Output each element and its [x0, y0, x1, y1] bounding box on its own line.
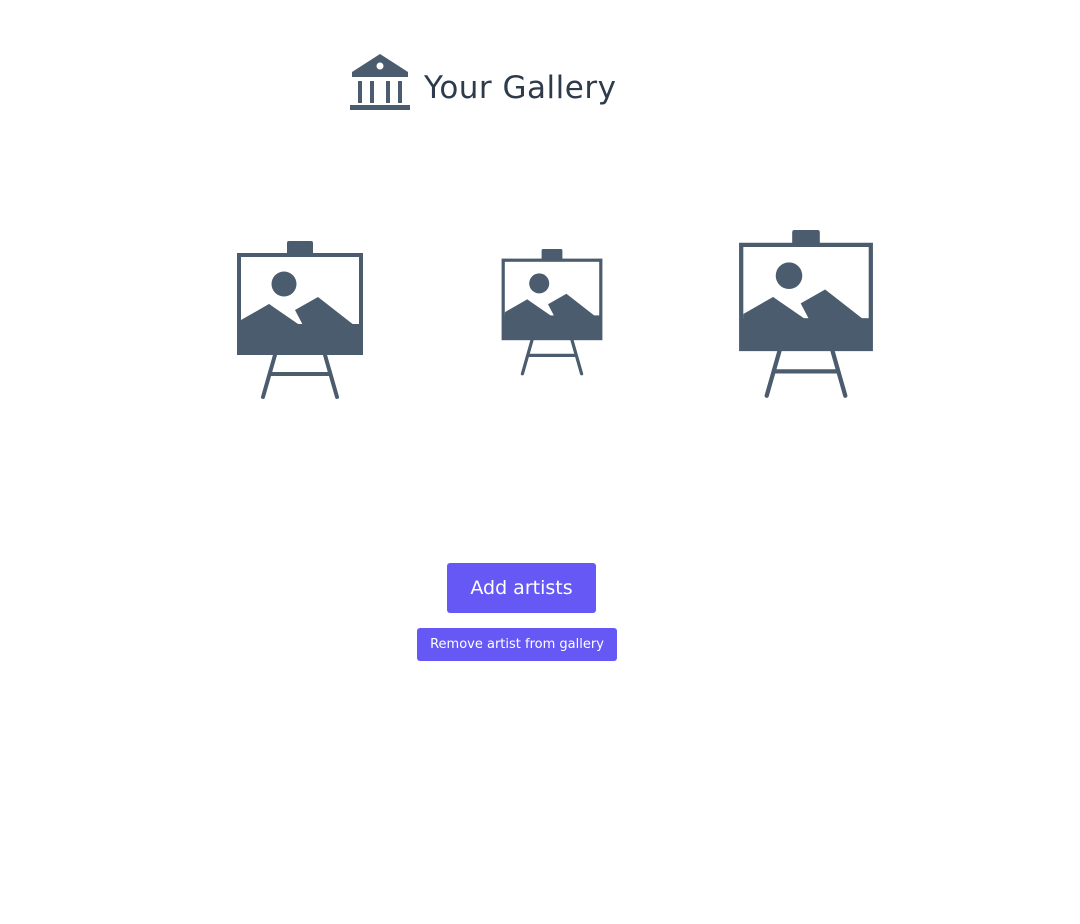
add-artists-button[interactable]: Add artists — [447, 563, 596, 613]
easel-image-icon[interactable] — [500, 249, 604, 377]
page-title: Your Gallery — [424, 70, 617, 106]
easel-image-icon[interactable] — [235, 241, 365, 401]
remove-artist-button[interactable]: Remove artist from gallery — [417, 628, 617, 661]
museum-icon — [350, 54, 410, 110]
gallery-header: Your Gallery — [350, 52, 616, 112]
easel-image-icon[interactable] — [736, 230, 876, 400]
